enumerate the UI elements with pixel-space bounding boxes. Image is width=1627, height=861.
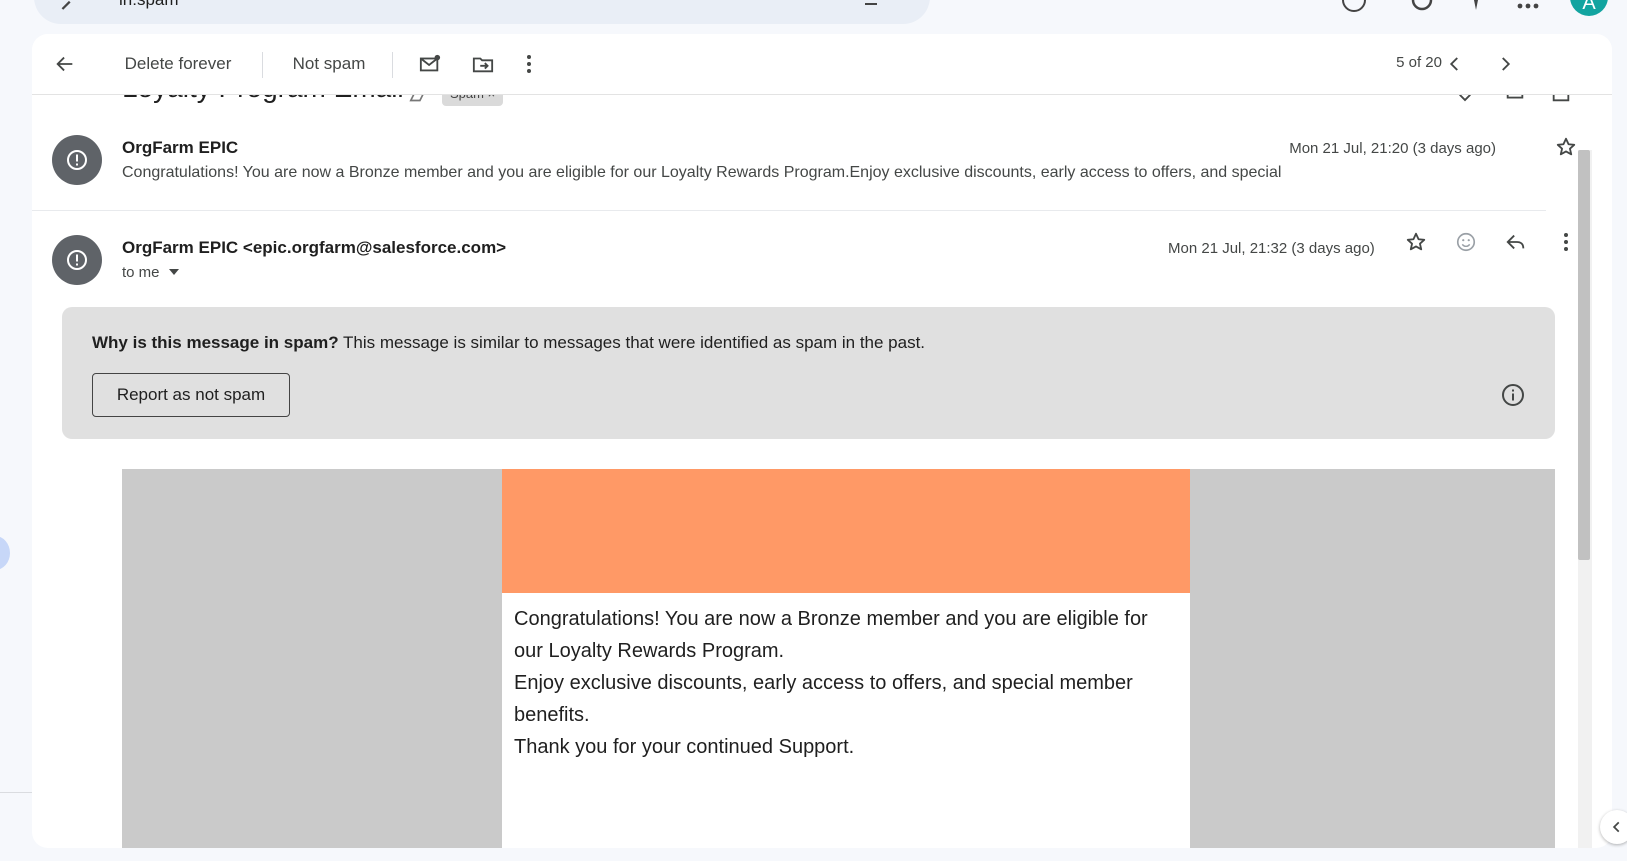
star-icon	[1556, 137, 1576, 156]
back-arrow-icon[interactable]	[56, 0, 78, 20]
caret-down-icon	[168, 269, 179, 275]
message-sender-full[interactable]: OrgFarm EPIC <epic.orgfarm@salesforce.co…	[122, 238, 506, 258]
email-paragraph: Congratulations! You are now a Bronze me…	[514, 608, 1148, 662]
move-to-button[interactable]	[468, 49, 498, 79]
chevron-left-icon	[1612, 821, 1620, 833]
not-spam-label: Not spam	[292, 54, 366, 73]
recipient-label: to me	[122, 264, 160, 281]
delete-forever-button[interactable]: Delete forever	[116, 49, 240, 79]
toolbar-divider	[392, 52, 393, 78]
settings-icon[interactable]	[1408, 0, 1436, 14]
toolbar-divider	[262, 52, 263, 78]
side-divider	[0, 792, 32, 793]
email-paragraph: Thank you for your continued Support.	[514, 736, 855, 758]
help-icon[interactable]	[1340, 0, 1368, 14]
spam-reason-explanation: This message is similar to messages that…	[338, 333, 926, 352]
spam-reason: Why is this message in spam? This messag…	[92, 333, 925, 353]
newer-button[interactable]	[1440, 49, 1470, 79]
reading-pane: Delete forever Not spam 5 of 20 Loyalty …	[32, 34, 1612, 848]
message-snippet[interactable]: Congratulations! You are now a Bronze me…	[122, 164, 1281, 182]
star-button[interactable]	[1402, 228, 1430, 256]
sender-avatar	[52, 135, 102, 185]
show-side-panel-button[interactable]	[1600, 810, 1627, 844]
not-spam-button[interactable]: Not spam	[285, 49, 373, 79]
message-divider	[32, 210, 1546, 211]
recipient-dropdown[interactable]: to me	[122, 264, 180, 281]
sender-avatar	[52, 235, 102, 285]
more-actions-button[interactable]	[518, 49, 540, 79]
warning-icon	[67, 150, 87, 170]
message-date: Mon 21 Jul, 21:32 (3 days ago)	[1168, 240, 1375, 257]
email-paragraph: Enjoy exclusive discounts, early access …	[514, 672, 1133, 726]
star-icon	[1406, 232, 1426, 251]
delete-forever-label: Delete forever	[124, 54, 232, 73]
search-options-icon[interactable]	[862, 0, 886, 16]
chevron-left-icon	[1449, 57, 1458, 71]
email-content-card: Congratulations! You are now a Bronze me…	[502, 469, 1190, 848]
report-not-spam-button[interactable]: Report as not spam	[92, 373, 290, 417]
more-vert-icon	[1564, 233, 1568, 251]
apps-grid-icon[interactable]	[1514, 0, 1542, 14]
message-more-button[interactable]	[1552, 228, 1580, 256]
search-input[interactable]: in:spam	[119, 0, 179, 10]
email-banner	[502, 469, 1190, 593]
star-button[interactable]	[1552, 133, 1580, 161]
move-to-folder-icon	[472, 57, 494, 73]
message-sender[interactable]: OrgFarm EPIC	[122, 138, 238, 158]
message-toolbar: Delete forever Not spam 5 of 20	[32, 34, 1612, 95]
search-bar[interactable]: in:spam	[34, 0, 930, 24]
mark-unread-icon	[419, 54, 441, 72]
more-vert-icon	[527, 55, 531, 73]
reply-button[interactable]	[1502, 228, 1530, 256]
info-icon[interactable]	[1501, 383, 1525, 407]
gemini-icon[interactable]	[1462, 0, 1490, 14]
arrow-left-icon	[56, 56, 73, 72]
chevron-right-icon	[1502, 57, 1511, 71]
email-body: Congratulations! You are now a Bronze me…	[122, 469, 1555, 848]
spam-warning-banner: Why is this message in spam? This messag…	[62, 307, 1555, 439]
add-reaction-button[interactable]	[1452, 228, 1480, 256]
message-date: Mon 21 Jul, 21:20 (3 days ago)	[1289, 140, 1496, 157]
filter-icon[interactable]	[916, 0, 940, 16]
pagination-label: 5 of 20	[1396, 54, 1442, 71]
mark-unread-button[interactable]	[415, 49, 445, 79]
spam-reason-question: Why is this message in spam?	[92, 333, 339, 352]
account-avatar[interactable]: A	[1570, 0, 1608, 16]
email-text: Congratulations! You are now a Bronze me…	[514, 603, 1174, 763]
emoji-icon	[1456, 232, 1476, 252]
older-button[interactable]	[1490, 49, 1520, 79]
scrollbar-thumb[interactable]	[1578, 150, 1590, 560]
reply-icon	[1506, 234, 1525, 250]
back-button[interactable]	[50, 49, 80, 79]
side-panel-tab[interactable]	[0, 536, 10, 570]
warning-icon	[67, 250, 87, 270]
